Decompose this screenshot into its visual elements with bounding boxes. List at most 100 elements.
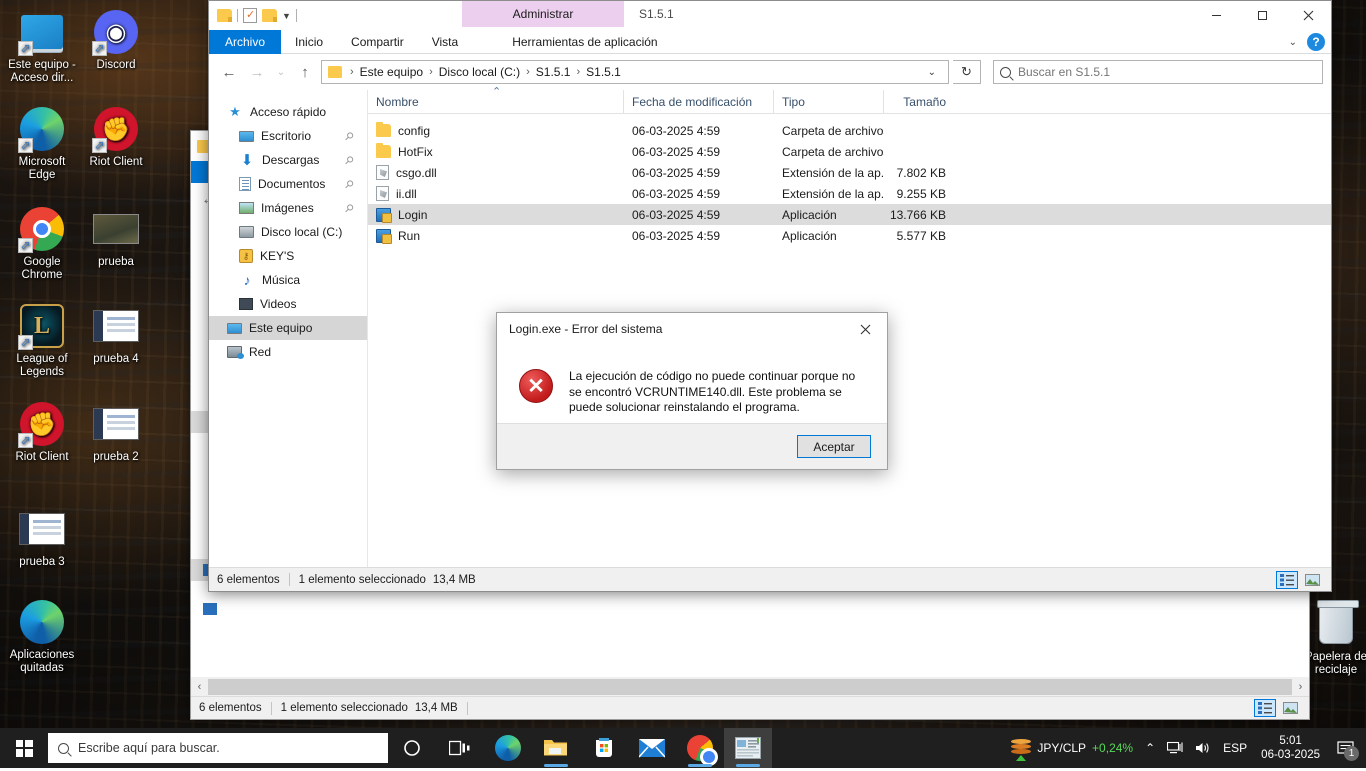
file-name-cell: Run xyxy=(368,229,624,243)
stock-widget[interactable]: JPY/CLP +0,24% xyxy=(1005,728,1139,768)
cortana-icon[interactable] xyxy=(388,728,436,768)
chevron-down-icon[interactable]: ⌄ xyxy=(1289,37,1297,48)
details-view-icon[interactable] xyxy=(1276,571,1298,589)
show-hidden-icons-button[interactable]: ⌃ xyxy=(1139,728,1161,768)
tab-inicio[interactable]: Inicio xyxy=(281,30,337,54)
desktop-icon[interactable]: ✊Riot Client xyxy=(78,105,154,169)
breadcrumb-item-disco-local[interactable]: Disco local (C:) xyxy=(436,65,523,79)
details-view-icon[interactable] xyxy=(1254,699,1276,717)
desktop-icon[interactable]: prueba 2 xyxy=(78,400,154,464)
up-button[interactable]: ↑ xyxy=(293,60,317,84)
aceptar-button[interactable]: Aceptar xyxy=(797,435,871,458)
mail-icon[interactable] xyxy=(628,728,676,768)
address-dropdown-icon[interactable]: ⌄ xyxy=(920,67,944,78)
sidebar-item-documentos[interactable]: Documentos⚲ xyxy=(209,172,367,196)
taskbar-search-box[interactable]: Escribe aquí para buscar. xyxy=(48,733,388,763)
table-row[interactable]: csgo.dll06-03-2025 4:59Extensión de la a… xyxy=(368,162,1331,183)
edge-icon[interactable] xyxy=(484,728,532,768)
folder-icon xyxy=(376,145,391,158)
forward-button[interactable]: → xyxy=(245,60,269,84)
table-row[interactable]: ii.dll06-03-2025 4:59Extensión de la ap.… xyxy=(368,183,1331,204)
downloads-icon: ⬇ xyxy=(239,152,255,168)
recent-locations-icon[interactable]: ⌄ xyxy=(273,60,289,84)
new-folder-icon[interactable] xyxy=(262,9,277,22)
column-header-tamano[interactable]: Tamaño xyxy=(884,90,956,114)
back-button[interactable]: ← xyxy=(217,60,241,84)
table-row[interactable]: Login06-03-2025 4:59Aplicación13.766 KB xyxy=(368,204,1331,225)
sidebar-item-im-genes[interactable]: Imágenes⚲ xyxy=(209,196,367,220)
customize-dropdown-icon[interactable]: ▼ xyxy=(282,11,291,21)
background-list-row[interactable] xyxy=(203,603,217,615)
error-dialog[interactable]: Login.exe - Error del sistema ✕ La ejecu… xyxy=(496,312,888,470)
address-bar[interactable]: › Este equipo › Disco local (C:) › S1.5.… xyxy=(321,60,949,84)
desktop-icon[interactable]: Aplicaciones quitadas xyxy=(4,598,80,675)
sidebar-item-m-sica[interactable]: ♪Música xyxy=(209,268,367,292)
desktop-icon[interactable]: ✊Riot Client xyxy=(4,400,80,464)
search-box[interactable]: Buscar en S1.5.1 xyxy=(993,60,1323,84)
table-row[interactable]: HotFix06-03-2025 4:59Carpeta de archivos xyxy=(368,141,1331,162)
scroll-left-icon[interactable]: ‹ xyxy=(191,681,208,693)
large-icons-view-icon[interactable] xyxy=(1279,699,1301,717)
table-row[interactable]: config06-03-2025 4:59Carpeta de archivos xyxy=(368,120,1331,141)
desktop-icon[interactable]: ◉Discord xyxy=(78,8,154,72)
background-item-count: 6 elementos xyxy=(199,702,262,714)
sidebar-item-escritorio[interactable]: Escritorio⚲ xyxy=(209,124,367,148)
maximize-button[interactable] xyxy=(1239,1,1285,30)
notifications-button[interactable]: 1 xyxy=(1328,728,1362,768)
sidebar-item-descargas[interactable]: ⬇Descargas⚲ xyxy=(209,148,367,172)
scroll-right-icon[interactable]: › xyxy=(1292,681,1309,693)
table-row[interactable]: Run06-03-2025 4:59Aplicación5.577 KB xyxy=(368,225,1331,246)
file-explorer-window[interactable]: ▼ Administrar S1.5.1 Archivo Inicio Comp… xyxy=(208,0,1332,592)
shortcut-overlay-icon xyxy=(92,138,107,153)
close-button[interactable] xyxy=(1285,1,1331,30)
help-icon[interactable]: ? xyxy=(1307,33,1325,51)
folder-icon[interactable] xyxy=(217,9,232,22)
tab-archivo[interactable]: Archivo xyxy=(209,30,281,54)
tab-vista[interactable]: Vista xyxy=(418,30,472,54)
sidebar-item-este-equipo[interactable]: Este equipo xyxy=(209,316,367,340)
sidebar-item-red[interactable]: Red xyxy=(209,340,367,364)
explorer-window-icon[interactable] xyxy=(724,728,772,768)
breadcrumb-item-s151[interactable]: S1.5.1 xyxy=(533,65,574,79)
desktop-icon[interactable]: prueba 4 xyxy=(78,302,154,366)
sidebar-item-acceso-r-pido[interactable]: ★Acceso rápido xyxy=(209,100,367,124)
column-header-tipo[interactable]: Tipo xyxy=(774,90,884,114)
desktop-icon[interactable]: Microsoft Edge xyxy=(4,105,80,182)
language-indicator[interactable]: ESP xyxy=(1217,728,1253,768)
breadcrumb-item-este-equipo[interactable]: Este equipo xyxy=(357,65,426,79)
column-header-fecha[interactable]: Fecha de modificación xyxy=(624,90,774,114)
desktop-icon[interactable]: prueba 3 xyxy=(4,505,80,569)
desktop-icon[interactable]: Google Chrome xyxy=(4,205,80,282)
file-explorer-icon[interactable] xyxy=(532,728,580,768)
sidebar-item-disco-local-c[interactable]: Disco local (C:) xyxy=(209,220,367,244)
tab-herramientas-de-aplicacion[interactable]: Herramientas de aplicación xyxy=(498,30,671,54)
shortcut-overlay-icon xyxy=(18,138,33,153)
minimize-button[interactable] xyxy=(1193,1,1239,30)
properties-icon[interactable] xyxy=(243,8,257,23)
chrome-icon[interactable] xyxy=(676,728,724,768)
desktop-icon[interactable]: prueba xyxy=(78,205,154,269)
clock[interactable]: 5:01 06-03-2025 xyxy=(1253,734,1328,762)
task-view-icon[interactable] xyxy=(436,728,484,768)
breadcrumb-item-s151-sub[interactable]: S1.5.1 xyxy=(583,65,624,79)
microsoft-store-icon[interactable] xyxy=(580,728,628,768)
tab-compartir[interactable]: Compartir xyxy=(337,30,418,54)
refresh-button[interactable]: ↻ xyxy=(953,60,981,84)
large-icons-view-icon[interactable] xyxy=(1301,571,1323,589)
scrollbar-thumb[interactable] xyxy=(208,679,1292,695)
desktop-icon-label: prueba 4 xyxy=(78,353,154,366)
divider xyxy=(237,9,238,22)
column-header-nombre[interactable]: Nombre ⌃ xyxy=(368,90,624,114)
sidebar-item-key-s[interactable]: ⚷KEY'S xyxy=(209,244,367,268)
desktop-icon[interactable]: Este equipo - Acceso dir... xyxy=(4,8,80,85)
background-horizontal-scrollbar[interactable]: ‹ › xyxy=(191,677,1309,697)
start-button[interactable] xyxy=(0,728,48,768)
desktop-icon[interactable]: LLeague of Legends xyxy=(4,302,80,379)
sidebar-item-videos[interactable]: Videos xyxy=(209,292,367,316)
contextual-tab-administrar[interactable]: Administrar xyxy=(462,1,624,27)
image-file-icon xyxy=(92,400,140,448)
dialog-close-button[interactable] xyxy=(843,313,887,345)
volume-icon[interactable] xyxy=(1189,728,1217,768)
dll-file-icon xyxy=(376,186,389,201)
network-icon[interactable] xyxy=(1161,728,1189,768)
